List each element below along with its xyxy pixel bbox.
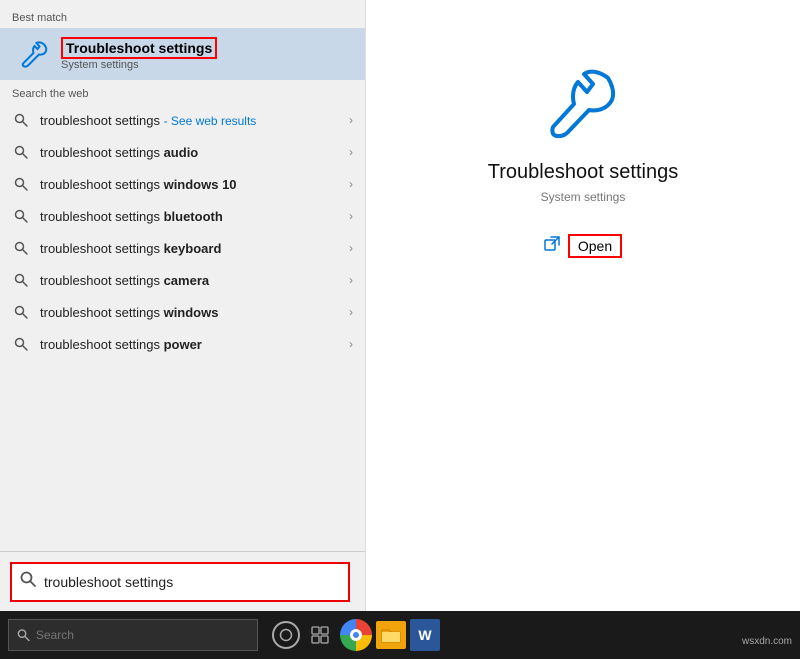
left-panel: Best match Troubleshoot settings System … xyxy=(0,0,365,611)
search-icon xyxy=(12,271,30,289)
taskbar-search-input[interactable] xyxy=(36,628,249,642)
best-match-label: Best match xyxy=(0,8,365,28)
list-item[interactable]: troubleshoot settings windows › xyxy=(0,296,365,328)
list-item[interactable]: troubleshoot settings power › xyxy=(0,328,365,360)
taskbar-search-icon xyxy=(17,628,30,642)
file-explorer-icon xyxy=(381,626,401,644)
right-panel: Troubleshoot settings System settings Op… xyxy=(365,0,800,611)
search-icon xyxy=(12,175,30,193)
search-results-list: troubleshoot settings - See web results … xyxy=(0,104,365,551)
list-item[interactable]: troubleshoot settings camera › xyxy=(0,264,365,296)
taskbar-file-explorer-button[interactable] xyxy=(376,621,406,649)
search-icon xyxy=(12,143,30,161)
result-text: troubleshoot settings - See web results xyxy=(40,113,349,128)
word-label: W xyxy=(418,627,431,643)
chevron-icon: › xyxy=(349,241,353,255)
search-input[interactable] xyxy=(44,574,340,590)
result-text: troubleshoot settings audio xyxy=(40,145,349,160)
taskbar: W xyxy=(0,611,800,659)
chevron-icon: › xyxy=(349,305,353,319)
search-bar-area xyxy=(0,551,365,611)
app-icon xyxy=(543,60,623,145)
list-item[interactable]: troubleshoot settings bluetooth › xyxy=(0,200,365,232)
best-match-text: Troubleshoot settings System settings xyxy=(61,37,217,71)
task-view-icon xyxy=(311,626,329,644)
best-match-subtitle: System settings xyxy=(61,59,217,71)
chevron-icon: › xyxy=(349,113,353,127)
chevron-icon: › xyxy=(349,273,353,287)
list-item[interactable]: troubleshoot settings windows 10 › xyxy=(0,168,365,200)
list-item[interactable]: troubleshoot settings - See web results … xyxy=(0,104,365,136)
search-web-label: Search the web xyxy=(0,80,365,104)
chevron-icon: › xyxy=(349,177,353,191)
taskbar-word-button[interactable]: W xyxy=(410,619,440,651)
chevron-icon: › xyxy=(349,145,353,159)
taskbar-cortana-button[interactable] xyxy=(272,621,300,649)
app-subtitle: System settings xyxy=(541,190,626,204)
result-text: troubleshoot settings windows 10 xyxy=(40,177,349,192)
app-title: Troubleshoot settings xyxy=(488,161,678,184)
chevron-icon: › xyxy=(349,337,353,351)
search-icon xyxy=(12,335,30,353)
open-button-row: Open xyxy=(544,234,622,258)
result-text: troubleshoot settings power xyxy=(40,337,349,352)
best-match-item[interactable]: Troubleshoot settings System settings xyxy=(0,28,365,80)
result-text: troubleshoot settings keyboard xyxy=(40,241,349,256)
search-bar-container xyxy=(10,562,350,602)
chevron-icon: › xyxy=(349,209,353,223)
best-match-title: Troubleshoot settings xyxy=(61,37,217,59)
open-external-icon xyxy=(544,236,560,257)
result-text: troubleshoot settings windows xyxy=(40,305,349,320)
chrome-inner-circle xyxy=(350,629,362,641)
circle-icon xyxy=(279,628,293,642)
search-bar-icon xyxy=(20,571,36,592)
search-icon xyxy=(12,207,30,225)
open-button[interactable]: Open xyxy=(568,234,622,258)
taskbar-chrome-button[interactable] xyxy=(340,619,372,651)
result-text: troubleshoot settings bluetooth xyxy=(40,209,349,224)
result-text: troubleshoot settings camera xyxy=(40,273,349,288)
search-icon xyxy=(12,239,30,257)
taskbar-search[interactable] xyxy=(8,619,258,651)
search-icon xyxy=(12,303,30,321)
list-item[interactable]: troubleshoot settings audio › xyxy=(0,136,365,168)
wrench-icon xyxy=(15,36,51,72)
watermark: wsxdn.com xyxy=(742,636,792,647)
search-icon xyxy=(12,111,30,129)
main-area: Best match Troubleshoot settings System … xyxy=(0,0,800,611)
list-item[interactable]: troubleshoot settings keyboard › xyxy=(0,232,365,264)
best-match-section: Best match Troubleshoot settings System … xyxy=(0,0,365,80)
taskbar-task-view-button[interactable] xyxy=(304,619,336,651)
